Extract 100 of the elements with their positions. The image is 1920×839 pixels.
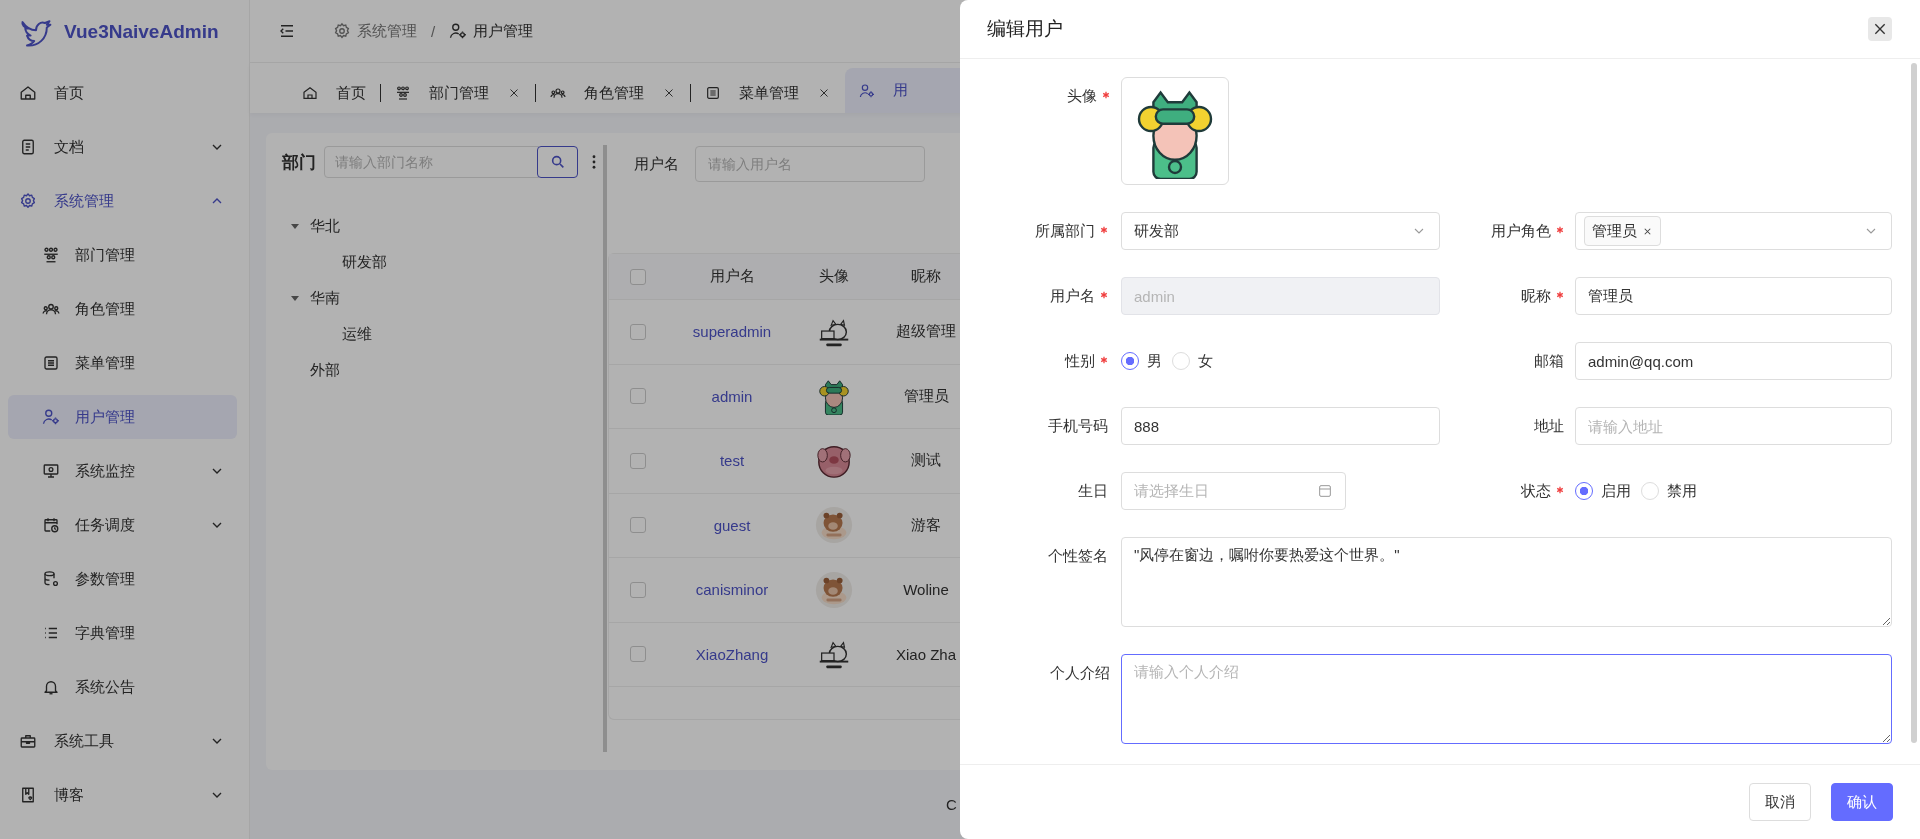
user-gear-icon <box>859 82 875 99</box>
column-header: 头像 <box>819 267 849 286</box>
footer-text: C <box>946 796 957 813</box>
checkbox[interactable] <box>630 268 646 285</box>
field-label: 个性签名 <box>1048 546 1108 566</box>
menu-fold-icon[interactable] <box>278 22 296 40</box>
tree-node[interactable]: 研发部 <box>342 252 387 272</box>
menu-item[interactable]: 系统公告 <box>8 665 237 709</box>
tree-node[interactable]: 华北 <box>310 216 340 236</box>
input-field[interactable]: 管理员 <box>1575 277 1892 315</box>
field-label: 用户名 <box>634 154 679 174</box>
field-label: 所属部门 <box>1035 221 1108 241</box>
menu-item[interactable]: 文档 <box>8 125 237 169</box>
table-cell: 测试 <box>911 451 941 471</box>
input-field[interactable]: 888 <box>1121 407 1440 445</box>
document-icon <box>19 138 37 156</box>
panel-title: 部门 <box>282 151 316 174</box>
breadcrumb-separator: / <box>431 22 436 40</box>
menu-item[interactable]: 系统管理 <box>8 179 237 223</box>
breadcrumb-item[interactable]: 用户管理 <box>449 21 534 41</box>
people-grid-icon <box>395 85 411 101</box>
field-label: 手机号码 <box>1048 416 1108 436</box>
tree-node[interactable]: 外部 <box>310 360 340 380</box>
role-tag: 管理员 <box>1584 216 1661 246</box>
close-icon <box>1872 21 1888 37</box>
menu-item[interactable]: 博客 <box>8 773 237 817</box>
cancel-button[interactable]: 取消 <box>1749 783 1811 821</box>
input-field[interactable]: admin@qq.com <box>1575 342 1892 380</box>
house-icon <box>19 84 37 102</box>
checkbox[interactable] <box>630 517 646 534</box>
radio-button[interactable] <box>1575 482 1593 500</box>
scrollbar[interactable] <box>1911 63 1917 743</box>
text-area[interactable]: "风停在窗边，嘱咐你要热爱这个世界。" <box>1121 537 1892 627</box>
menu-item[interactable]: 部门管理 <box>8 233 237 277</box>
menu-item[interactable]: 角色管理 <box>8 287 237 331</box>
database-icon <box>42 570 60 588</box>
list-icon <box>705 85 721 101</box>
checkbox[interactable] <box>630 581 646 598</box>
field-label: 用户名 <box>1050 286 1108 306</box>
list-icon <box>42 354 60 372</box>
field-label: 昵称 <box>1521 286 1564 306</box>
search-button[interactable] <box>537 146 578 178</box>
monitor-icon <box>42 462 60 480</box>
tab[interactable]: 菜单管理 <box>691 73 845 113</box>
checkbox[interactable] <box>630 452 646 469</box>
confirm-button[interactable]: 确认 <box>1831 783 1893 821</box>
text-area[interactable]: 请输入个人介绍 <box>1121 654 1892 744</box>
table-cell: Woline <box>903 581 949 599</box>
user-gear-icon <box>449 22 468 40</box>
menu-item[interactable]: 用户管理 <box>8 395 237 439</box>
tab[interactable]: 首页 <box>288 73 380 113</box>
menu-item[interactable]: 字典管理 <box>8 611 237 655</box>
username-link[interactable]: guest <box>713 516 751 534</box>
field-label: 邮箱 <box>1534 351 1564 371</box>
calendar-clock-icon <box>42 516 60 534</box>
table-cell: 超级管理 <box>896 322 956 342</box>
radio-option[interactable]: 启用 <box>1575 481 1631 501</box>
radio-button[interactable] <box>1121 352 1139 370</box>
radio-option[interactable]: 禁用 <box>1641 481 1697 501</box>
field-label: 用户角色 <box>1491 221 1564 241</box>
username-link[interactable]: test <box>719 452 745 470</box>
app-logo-title: Vue3NaiveAdmin <box>64 21 219 43</box>
close-button[interactable] <box>1868 17 1892 41</box>
role-select[interactable]: 管理员 <box>1575 212 1892 250</box>
input-field[interactable]: 请输入地址 <box>1575 407 1892 445</box>
menu-item[interactable]: 系统工具 <box>8 719 237 763</box>
department-select[interactable]: 研发部 <box>1121 212 1440 250</box>
avatar-upload[interactable] <box>1121 77 1229 185</box>
tab[interactable]: 部门管理 <box>381 73 535 113</box>
radio-option[interactable]: 女 <box>1172 351 1213 371</box>
username-link[interactable]: XiaoZhang <box>695 645 769 663</box>
bell-icon <box>42 678 60 696</box>
checkbox[interactable] <box>630 646 646 663</box>
menu-item[interactable]: 系统监控 <box>8 449 237 493</box>
house-icon <box>302 85 318 101</box>
tree-node[interactable]: 华南 <box>310 288 340 308</box>
menu-item[interactable]: 菜单管理 <box>8 341 237 385</box>
user-gear-icon <box>42 408 60 426</box>
menu-item[interactable]: 参数管理 <box>8 557 237 601</box>
caret-icon[interactable] <box>290 221 300 231</box>
tree-node[interactable]: 运维 <box>342 324 372 344</box>
username-link[interactable]: canisminor <box>695 581 769 599</box>
menu-item[interactable]: 首页 <box>8 71 237 115</box>
username-link[interactable]: admin <box>711 387 753 405</box>
checkbox[interactable] <box>630 388 646 405</box>
more-icon[interactable] <box>592 155 596 169</box>
book-icon <box>19 786 37 804</box>
field-label: 头像 <box>1067 86 1110 106</box>
field-label: 性别 <box>1065 351 1108 371</box>
group-icon <box>550 85 566 101</box>
caret-icon[interactable] <box>290 293 300 303</box>
tab[interactable]: 角色管理 <box>536 73 690 113</box>
breadcrumb-item[interactable]: 系统管理 <box>333 21 417 41</box>
calendar-icon <box>1317 483 1333 499</box>
checkbox[interactable] <box>630 323 646 340</box>
menu-item[interactable]: 任务调度 <box>8 503 237 547</box>
radio-option[interactable]: 男 <box>1121 351 1162 371</box>
username-link[interactable]: superadmin <box>692 323 772 341</box>
field-label: 生日 <box>1078 481 1108 501</box>
column-header: 昵称 <box>911 267 941 286</box>
